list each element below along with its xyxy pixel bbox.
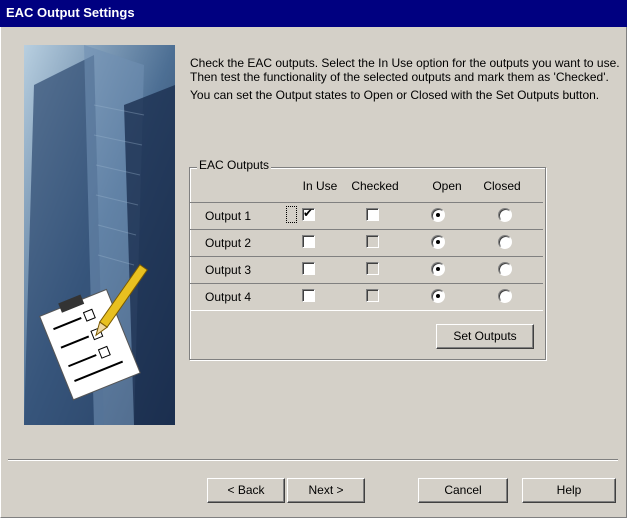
- open-radio-1[interactable]: [431, 208, 445, 222]
- cancel-button[interactable]: Cancel: [418, 478, 508, 503]
- focus-rect: [286, 206, 297, 223]
- clipboard-checklist-pencil-icon: [24, 45, 175, 425]
- window-title: EAC Output Settings: [6, 5, 135, 20]
- footer-separator: [8, 459, 618, 461]
- in-use-checkbox-2[interactable]: [302, 235, 315, 248]
- back-button[interactable]: < Back: [207, 478, 285, 503]
- title-bar: EAC Output Settings: [0, 0, 627, 27]
- output-row-2: Output 2: [190, 229, 543, 257]
- instructions: Check the EAC outputs. Select the In Use…: [190, 56, 620, 106]
- open-radio-4[interactable]: [431, 289, 445, 303]
- checkmark-icon: ✔: [303, 206, 314, 220]
- row-label: Output 2: [205, 236, 252, 250]
- instructions-para-1: Check the EAC outputs. Select the In Use…: [190, 56, 620, 84]
- open-radio-3[interactable]: [431, 262, 445, 276]
- in-use-checkbox-1[interactable]: ✔: [302, 206, 315, 221]
- col-head-checked: Checked: [351, 179, 399, 193]
- in-use-checkbox-3[interactable]: [302, 262, 315, 275]
- set-outputs-button[interactable]: Set Outputs: [436, 324, 534, 349]
- checked-checkbox-2[interactable]: [366, 235, 379, 248]
- closed-radio-1[interactable]: [498, 208, 512, 222]
- closed-radio-2[interactable]: [498, 235, 512, 249]
- open-radio-2[interactable]: [431, 235, 445, 249]
- in-use-checkbox-4[interactable]: [302, 289, 315, 302]
- side-illustration: [24, 45, 175, 425]
- next-button[interactable]: Next >: [287, 478, 365, 503]
- closed-radio-3[interactable]: [498, 262, 512, 276]
- output-row-3: Output 3: [190, 256, 543, 284]
- row-label: Output 1: [205, 209, 252, 223]
- row-label: Output 3: [205, 263, 252, 277]
- checked-checkbox-1[interactable]: [366, 208, 379, 221]
- closed-radio-4[interactable]: [498, 289, 512, 303]
- row-label: Output 4: [205, 290, 252, 304]
- output-row-4: Output 4: [190, 283, 543, 311]
- col-head-closed: Closed: [483, 179, 521, 193]
- help-button[interactable]: Help: [522, 478, 616, 503]
- checked-checkbox-4[interactable]: [366, 289, 379, 302]
- checked-checkbox-3[interactable]: [366, 262, 379, 275]
- group-label: EAC Outputs: [197, 158, 272, 172]
- output-row-1: Output 1 ✔: [190, 202, 543, 230]
- instructions-para-2: You can set the Output states to Open or…: [190, 88, 600, 102]
